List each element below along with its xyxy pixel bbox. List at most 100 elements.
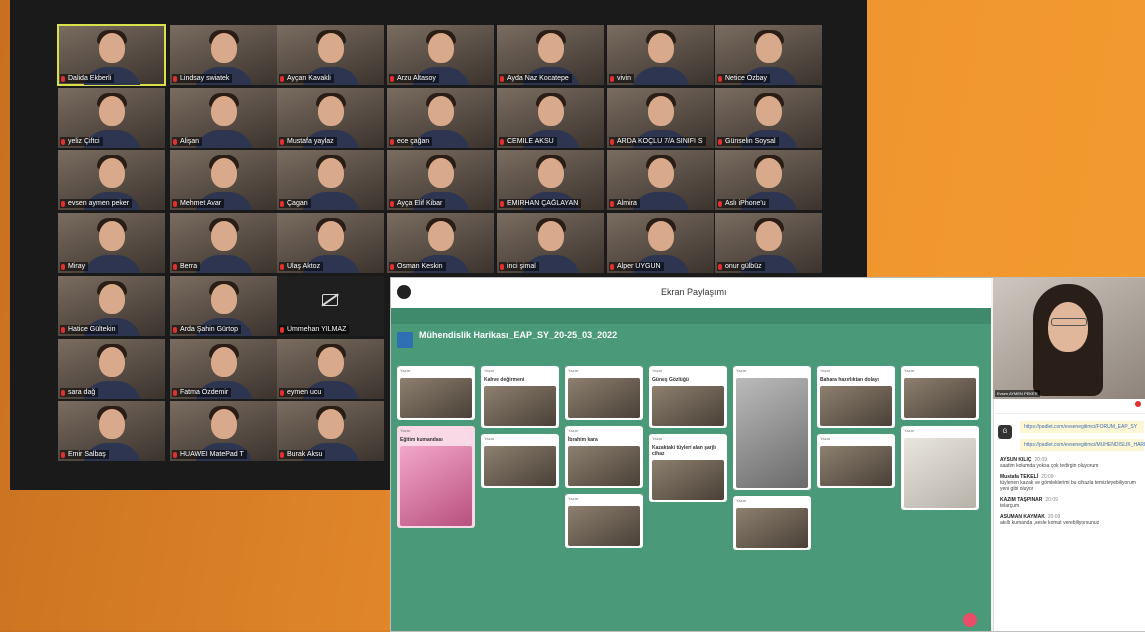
- post-image: [568, 378, 640, 418]
- participant-tile[interactable]: Ayça Elif Kibar: [387, 150, 494, 210]
- padlet-post[interactable]: Yazar Kazaktaki tüyleri alan şarjlı cihaz: [649, 434, 727, 502]
- chat-tabs[interactable]: [994, 399, 1145, 414]
- participant-tile[interactable]: Emir Salbaş: [58, 401, 165, 461]
- chat-text: telarçum: [1000, 503, 1020, 509]
- participant-name: Arzu Altasoy: [389, 74, 439, 83]
- participant-tile[interactable]: Arzu Altasoy: [387, 25, 494, 85]
- chat-message: AYSUN KILIÇ 20:09 saatim kolumda yoksa çok…: [1000, 457, 1144, 469]
- participant-face: [317, 409, 344, 439]
- chat-text: tüylenen kazak ve gömleklerimi bu cihazl…: [1000, 480, 1136, 492]
- padlet-post[interactable]: Yazar Kahve değirmeni: [481, 366, 559, 428]
- participant-name: Ulaş Aktoz: [279, 262, 324, 271]
- participant-tile[interactable]: inci şimal: [497, 213, 604, 273]
- padlet-column: Yazar Güneş Gözlüğü Yazar Kazaktaki tüyleri…: [649, 366, 727, 631]
- participant-tile[interactable]: Dalida Ekberli: [57, 24, 166, 86]
- padlet-post[interactable]: Yazar: [901, 366, 979, 420]
- mic-muted-icon: [718, 201, 722, 207]
- post-image: [736, 508, 808, 548]
- participant-face: [427, 96, 454, 126]
- post-author: Yazar: [400, 368, 411, 373]
- post-author: Yazar: [736, 498, 747, 503]
- participant-tile[interactable]: Miray: [58, 213, 165, 273]
- padlet-post[interactable]: Yazar Eğitim kumandası: [397, 426, 475, 528]
- post-image: [820, 386, 892, 426]
- padlet-post[interactable]: Yazar: [481, 434, 559, 488]
- participant-tile[interactable]: vivin: [607, 25, 714, 85]
- mic-muted-icon: [173, 452, 177, 458]
- mic-muted-icon: [610, 139, 614, 145]
- participant-tile[interactable]: Alişan: [170, 88, 277, 148]
- mic-muted-icon: [280, 452, 284, 458]
- glasses-icon: [1051, 318, 1087, 326]
- participant-tile[interactable]: eymen ucu: [277, 339, 384, 399]
- participant-tile[interactable]: Mustafa yaylaz: [277, 88, 384, 148]
- participant-tile[interactable]: Lindsay swiatek: [170, 25, 277, 85]
- post-author: Yazar: [820, 368, 831, 373]
- share-title: Ekran Paylaşımı: [661, 287, 727, 297]
- mic-muted-icon: [61, 390, 65, 396]
- participant-face: [317, 221, 344, 251]
- mic-muted-icon: [390, 76, 394, 82]
- padlet-post[interactable]: Yazar: [733, 366, 811, 490]
- participant-tile[interactable]: Günselin Soysal: [715, 88, 822, 148]
- participant-tile[interactable]: EMIRHAN ÇAĞLAYAN: [497, 150, 604, 210]
- padlet-post[interactable]: Yazar Güneş Gözlüğü: [649, 366, 727, 428]
- participant-name: Ayçan Kavakli: [279, 74, 334, 83]
- participant-name: Ümmehan YILMAZ: [279, 325, 350, 334]
- padlet-post[interactable]: Yazar: [901, 426, 979, 510]
- participant-tile[interactable]: onur gülbüz: [715, 213, 822, 273]
- participant-face: [755, 158, 782, 188]
- padlet-post[interactable]: Yazar: [397, 366, 475, 420]
- zoom-logo-icon: [397, 285, 411, 299]
- participant-face: [98, 409, 125, 439]
- participant-tile[interactable]: ARDA KOÇLU 7/A SINIFI S: [607, 88, 714, 148]
- participant-tile[interactable]: Ulaş Aktoz: [277, 213, 384, 273]
- participant-name: sara dağ: [60, 388, 99, 397]
- participant-tile[interactable]: ece çağan: [387, 88, 494, 148]
- padlet-post[interactable]: Yazar: [565, 366, 643, 420]
- participant-tile[interactable]: HUAWEI MatePad T: [170, 401, 277, 461]
- padlet-post[interactable]: Yazar İbrahim kara: [565, 426, 643, 488]
- participant-face: [210, 347, 237, 377]
- participant-tile[interactable]: Berra: [170, 213, 277, 273]
- participant-tile[interactable]: Fatma Özdemir: [170, 339, 277, 399]
- participant-tile[interactable]: Çagan: [277, 150, 384, 210]
- participant-tile[interactable]: Burak Aksu: [277, 401, 384, 461]
- post-image: [568, 506, 640, 546]
- post-image: [400, 446, 472, 526]
- participant-tile[interactable]: Almira: [607, 150, 714, 210]
- participant-tile[interactable]: Ümmehan YILMAZ: [277, 276, 384, 336]
- participant-name: eymen ucu: [279, 388, 325, 397]
- padlet-post[interactable]: Yazar Bahara hazırlıktan dolayı: [817, 366, 895, 428]
- padlet-post[interactable]: Yazar: [565, 494, 643, 548]
- participant-tile[interactable]: sara dağ: [58, 339, 165, 399]
- participant-face: [210, 284, 237, 314]
- participant-tile[interactable]: Hatice Gültekin: [58, 276, 165, 336]
- participant-tile[interactable]: CEMILE AKSU: [497, 88, 604, 148]
- padlet-post[interactable]: Yazar: [733, 496, 811, 550]
- participant-tile[interactable]: Ayçan Kavakli: [277, 25, 384, 85]
- chat-link[interactable]: https://padlet.com/evsenegitimci/MUHENDI…: [1020, 439, 1145, 451]
- participant-tile[interactable]: yeliz Çiftci: [58, 88, 165, 148]
- participant-tile[interactable]: Netice Özbay: [715, 25, 822, 85]
- participant-tile[interactable]: Arda Şahin Gürtop: [170, 276, 277, 336]
- padlet-column: Yazar Kahve değirmeni Yazar: [481, 366, 559, 631]
- participant-tile[interactable]: Alper UYGUN: [607, 213, 714, 273]
- participant-name: Osman Keskin: [389, 262, 446, 271]
- chat-text: saatim kolumda yoksa çok tedirgin oluyor…: [1000, 463, 1099, 469]
- participant-tile[interactable]: Aslı iPhone'u: [715, 150, 822, 210]
- mic-muted-icon: [500, 139, 504, 145]
- participant-name: Mehmet Avar: [172, 199, 225, 208]
- padlet-topbar: [391, 308, 991, 324]
- participant-face: [210, 33, 237, 63]
- participant-tile[interactable]: evsen aymen peker: [58, 150, 165, 210]
- participant-tile[interactable]: Osman Keskin: [387, 213, 494, 273]
- post-author: Yazar: [904, 368, 915, 373]
- padlet-post[interactable]: Yazar: [817, 434, 895, 488]
- participant-tile[interactable]: Mehmet Avar: [170, 150, 277, 210]
- chat-link[interactable]: https://padlet.com/evsenegitimci/FORUM_E…: [1020, 421, 1144, 433]
- participant-face: [317, 96, 344, 126]
- mic-muted-icon: [610, 264, 614, 270]
- post-title: Kahve değirmeni: [484, 377, 525, 383]
- participant-tile[interactable]: Ayda Naz Kocatepe: [497, 25, 604, 85]
